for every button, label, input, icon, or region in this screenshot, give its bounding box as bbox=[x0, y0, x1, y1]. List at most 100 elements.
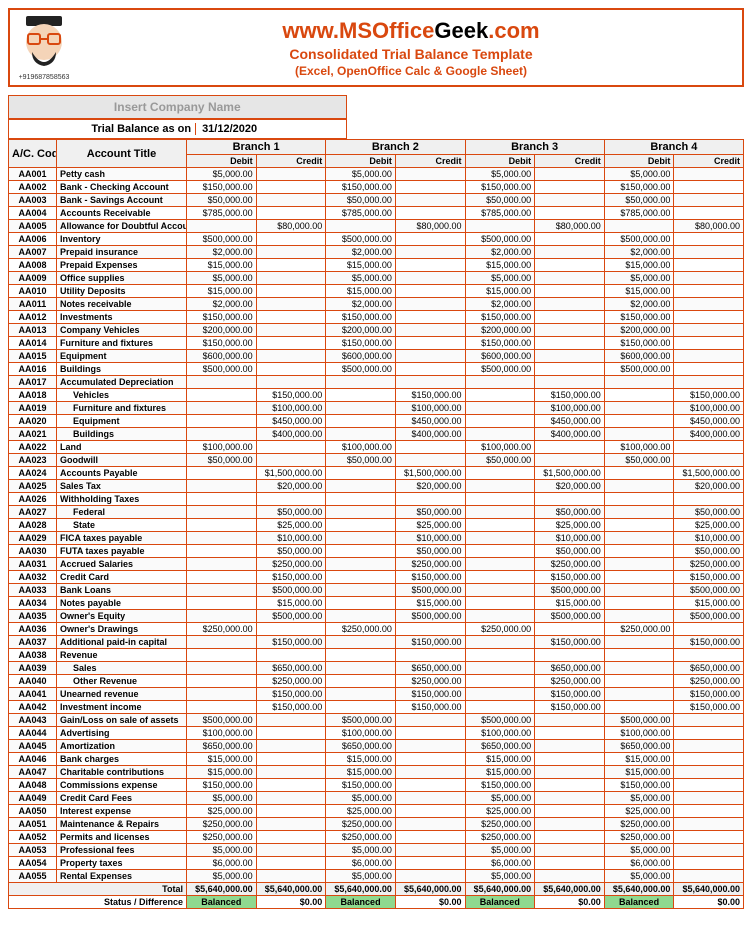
debit-cell[interactable]: $100,000.00 bbox=[187, 727, 257, 740]
credit-cell[interactable]: $20,000.00 bbox=[395, 480, 465, 493]
debit-cell[interactable]: $15,000.00 bbox=[604, 259, 674, 272]
debit-cell[interactable]: $600,000.00 bbox=[187, 350, 257, 363]
credit-cell[interactable]: $450,000.00 bbox=[395, 415, 465, 428]
credit-cell[interactable]: $150,000.00 bbox=[256, 389, 326, 402]
debit-cell[interactable] bbox=[465, 506, 535, 519]
debit-cell[interactable]: $500,000.00 bbox=[326, 363, 396, 376]
debit-cell[interactable]: $500,000.00 bbox=[326, 714, 396, 727]
credit-cell[interactable]: $150,000.00 bbox=[256, 636, 326, 649]
debit-cell[interactable] bbox=[326, 636, 396, 649]
credit-cell[interactable]: $450,000.00 bbox=[535, 415, 605, 428]
debit-cell[interactable]: $200,000.00 bbox=[187, 324, 257, 337]
credit-cell[interactable] bbox=[535, 753, 605, 766]
debit-cell[interactable]: $250,000.00 bbox=[604, 831, 674, 844]
credit-cell[interactable] bbox=[535, 623, 605, 636]
debit-cell[interactable]: $5,000.00 bbox=[326, 272, 396, 285]
credit-cell[interactable]: $150,000.00 bbox=[674, 688, 744, 701]
debit-cell[interactable]: $500,000.00 bbox=[465, 714, 535, 727]
credit-cell[interactable] bbox=[674, 649, 744, 662]
credit-cell[interactable] bbox=[395, 324, 465, 337]
credit-cell[interactable]: $400,000.00 bbox=[256, 428, 326, 441]
credit-cell[interactable] bbox=[535, 805, 605, 818]
credit-cell[interactable]: $150,000.00 bbox=[395, 389, 465, 402]
debit-cell[interactable]: $600,000.00 bbox=[604, 350, 674, 363]
debit-cell[interactable] bbox=[604, 493, 674, 506]
credit-cell[interactable]: $50,000.00 bbox=[395, 545, 465, 558]
credit-cell[interactable]: $500,000.00 bbox=[674, 610, 744, 623]
credit-cell[interactable]: $25,000.00 bbox=[535, 519, 605, 532]
debit-cell[interactable] bbox=[604, 571, 674, 584]
credit-cell[interactable]: $400,000.00 bbox=[674, 428, 744, 441]
credit-cell[interactable] bbox=[674, 818, 744, 831]
credit-cell[interactable] bbox=[395, 298, 465, 311]
debit-cell[interactable] bbox=[326, 519, 396, 532]
debit-cell[interactable]: $150,000.00 bbox=[326, 311, 396, 324]
credit-cell[interactable] bbox=[535, 441, 605, 454]
credit-cell[interactable] bbox=[674, 454, 744, 467]
credit-cell[interactable]: $15,000.00 bbox=[395, 597, 465, 610]
debit-cell[interactable]: $5,000.00 bbox=[604, 844, 674, 857]
credit-cell[interactable] bbox=[395, 623, 465, 636]
debit-cell[interactable]: $15,000.00 bbox=[604, 753, 674, 766]
credit-cell[interactable]: $500,000.00 bbox=[674, 584, 744, 597]
credit-cell[interactable] bbox=[674, 207, 744, 220]
credit-cell[interactable] bbox=[674, 792, 744, 805]
debit-cell[interactable]: $2,000.00 bbox=[326, 246, 396, 259]
credit-cell[interactable]: $450,000.00 bbox=[256, 415, 326, 428]
debit-cell[interactable]: $50,000.00 bbox=[465, 194, 535, 207]
credit-cell[interactable] bbox=[535, 870, 605, 883]
credit-cell[interactable] bbox=[256, 285, 326, 298]
credit-cell[interactable] bbox=[395, 194, 465, 207]
debit-cell[interactable]: $250,000.00 bbox=[187, 623, 257, 636]
credit-cell[interactable] bbox=[674, 779, 744, 792]
credit-cell[interactable]: $250,000.00 bbox=[535, 558, 605, 571]
credit-cell[interactable]: $10,000.00 bbox=[674, 532, 744, 545]
debit-cell[interactable] bbox=[465, 480, 535, 493]
debit-cell[interactable] bbox=[326, 389, 396, 402]
debit-cell[interactable]: $15,000.00 bbox=[465, 753, 535, 766]
credit-cell[interactable]: $25,000.00 bbox=[674, 519, 744, 532]
debit-cell[interactable] bbox=[604, 688, 674, 701]
debit-cell[interactable]: $500,000.00 bbox=[187, 714, 257, 727]
debit-cell[interactable]: $785,000.00 bbox=[604, 207, 674, 220]
credit-cell[interactable]: $150,000.00 bbox=[535, 636, 605, 649]
debit-cell[interactable]: $2,000.00 bbox=[465, 246, 535, 259]
debit-cell[interactable] bbox=[187, 480, 257, 493]
debit-cell[interactable] bbox=[604, 662, 674, 675]
credit-cell[interactable]: $500,000.00 bbox=[395, 584, 465, 597]
debit-cell[interactable]: $150,000.00 bbox=[187, 181, 257, 194]
credit-cell[interactable]: $150,000.00 bbox=[674, 636, 744, 649]
debit-cell[interactable] bbox=[604, 675, 674, 688]
credit-cell[interactable]: $10,000.00 bbox=[256, 532, 326, 545]
credit-cell[interactable]: $650,000.00 bbox=[256, 662, 326, 675]
credit-cell[interactable]: $50,000.00 bbox=[256, 545, 326, 558]
debit-cell[interactable] bbox=[604, 480, 674, 493]
debit-cell[interactable] bbox=[465, 519, 535, 532]
debit-cell[interactable]: $6,000.00 bbox=[604, 857, 674, 870]
credit-cell[interactable]: $650,000.00 bbox=[395, 662, 465, 675]
debit-cell[interactable] bbox=[187, 402, 257, 415]
credit-cell[interactable] bbox=[395, 831, 465, 844]
debit-cell[interactable] bbox=[604, 402, 674, 415]
debit-cell[interactable]: $150,000.00 bbox=[465, 779, 535, 792]
debit-cell[interactable]: $5,000.00 bbox=[326, 844, 396, 857]
debit-cell[interactable] bbox=[187, 636, 257, 649]
credit-cell[interactable] bbox=[535, 376, 605, 389]
debit-cell[interactable]: $250,000.00 bbox=[465, 623, 535, 636]
debit-cell[interactable]: $5,000.00 bbox=[187, 844, 257, 857]
debit-cell[interactable]: $15,000.00 bbox=[604, 766, 674, 779]
credit-cell[interactable]: $250,000.00 bbox=[395, 558, 465, 571]
credit-cell[interactable] bbox=[256, 805, 326, 818]
debit-cell[interactable]: $15,000.00 bbox=[326, 753, 396, 766]
credit-cell[interactable]: $50,000.00 bbox=[674, 545, 744, 558]
debit-cell[interactable]: $6,000.00 bbox=[465, 857, 535, 870]
credit-cell[interactable] bbox=[395, 649, 465, 662]
credit-cell[interactable]: $150,000.00 bbox=[535, 701, 605, 714]
debit-cell[interactable]: $2,000.00 bbox=[187, 246, 257, 259]
debit-cell[interactable]: $15,000.00 bbox=[326, 259, 396, 272]
credit-cell[interactable] bbox=[535, 831, 605, 844]
debit-cell[interactable] bbox=[326, 415, 396, 428]
credit-cell[interactable] bbox=[256, 298, 326, 311]
debit-cell[interactable] bbox=[187, 558, 257, 571]
debit-cell[interactable]: $500,000.00 bbox=[187, 233, 257, 246]
